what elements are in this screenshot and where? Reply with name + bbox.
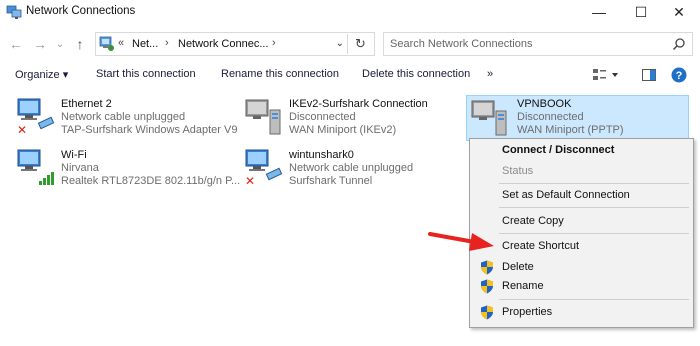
menu-item-properties[interactable]: Properties [502, 306, 552, 318]
svg-text:?: ? [676, 70, 683, 82]
address-bar[interactable]: « Net... › Network Connec... › ⌄ ↻ [95, 32, 375, 56]
forward-arrow-icon[interactable]: → [30, 34, 50, 54]
connection-status: Network cable unplugged [289, 162, 414, 174]
connection-item-vpnbook[interactable]: VPNBOOK Disconnected WAN Miniport (PPTP) [466, 95, 689, 141]
connection-item-wintunshark0[interactable]: ✕ wintunshark0 Network cable unplugged S… [243, 147, 463, 193]
navigation-bar: ← → ⌄ ↑ « Net... › Network Connec... › ⌄… [0, 30, 700, 58]
ethernet-adapter-icon: ✕ [245, 149, 283, 188]
connection-device: WAN Miniport (PPTP) [517, 124, 624, 136]
connection-status: Disconnected [289, 111, 356, 123]
connection-name: VPNBOOK [517, 98, 572, 110]
search-box[interactable] [383, 32, 693, 56]
menu-divider [499, 299, 689, 300]
change-view-button[interactable] [590, 66, 622, 84]
close-button[interactable]: ✕ [658, 0, 700, 24]
preview-pane-button[interactable] [640, 66, 658, 84]
menu-divider [499, 207, 689, 208]
start-connection-button[interactable]: Start this connection [96, 68, 196, 80]
delete-connection-button[interactable]: Delete this connection [362, 68, 470, 80]
wifi-adapter-icon [17, 149, 54, 185]
command-bar: Organize ▾ Start this connection Rename … [0, 62, 700, 88]
vpn-connection-icon [471, 100, 507, 136]
help-button[interactable]: ? [670, 66, 688, 84]
menu-item-delete[interactable]: Delete [502, 261, 534, 273]
minimize-button[interactable]: — [578, 0, 620, 24]
help-icon: ? [671, 67, 687, 83]
connection-name: wintunshark0 [289, 149, 354, 161]
connection-device: Realtek RTL8723DE 802.11b/g/n P... [61, 175, 241, 187]
ethernet-adapter-icon: ✕ [17, 98, 55, 137]
connection-name: Wi-Fi [61, 149, 87, 161]
connection-item-ikev2-surfshark[interactable]: IKEv2-Surfshark Connection Disconnected … [243, 96, 463, 142]
control-panel-icon [99, 36, 114, 51]
rename-connection-button[interactable]: Rename this connection [221, 68, 339, 80]
search-input[interactable] [390, 36, 660, 52]
menu-item-rename[interactable]: Rename [502, 280, 544, 292]
context-menu: Connect / Disconnect Status Set as Defau… [469, 138, 694, 328]
svg-text:✕: ✕ [245, 174, 255, 188]
window-title: Network Connections [26, 5, 136, 17]
more-commands-button[interactable]: » [487, 68, 493, 80]
breadcrumb-separator[interactable]: › [165, 37, 169, 49]
annotation-arrow-icon [428, 232, 494, 251]
menu-item-status: Status [502, 165, 534, 177]
preview-pane-icon [642, 69, 656, 81]
uac-shield-icon [481, 260, 493, 275]
view-options-icon [593, 69, 618, 80]
network-connections-icon [6, 5, 22, 19]
address-dropdown-icon[interactable]: ⌄ [336, 38, 344, 49]
uac-shield-icon [481, 279, 493, 294]
connection-status: Network cable unplugged [61, 111, 186, 123]
back-arrow-icon[interactable]: ← [6, 34, 26, 54]
breadcrumb-separator[interactable]: › [272, 37, 276, 49]
breadcrumb-network-connections[interactable]: Network Connec... [178, 38, 268, 50]
title-bar: Network Connections — ☐ ✕ [0, 0, 700, 24]
maximize-button[interactable]: ☐ [620, 0, 662, 24]
breadcrumb-network[interactable]: Net... [132, 38, 158, 50]
connection-status: Nirvana [61, 162, 99, 174]
connection-name: Ethernet 2 [61, 98, 112, 110]
menu-divider [499, 183, 689, 184]
search-icon [673, 38, 685, 50]
menu-item-set-default[interactable]: Set as Default Connection [502, 189, 630, 201]
connection-device: WAN Miniport (IKEv2) [289, 124, 397, 136]
up-arrow-icon[interactable]: ↑ [70, 34, 90, 54]
vpn-connection-icon [245, 99, 281, 135]
uac-shield-icon [481, 305, 493, 320]
connection-device: TAP-Surfshark Windows Adapter V9 [61, 124, 238, 136]
connection-item-ethernet-2[interactable]: ✕ Ethernet 2 Network cable unplugged TAP… [15, 96, 240, 142]
organize-menu[interactable]: Organize ▾ [15, 68, 68, 81]
connection-name: IKEv2-Surfshark Connection [289, 98, 428, 110]
refresh-button[interactable]: ↻ [347, 34, 373, 54]
svg-text:✕: ✕ [17, 123, 27, 137]
connection-status: Disconnected [517, 111, 584, 123]
menu-item-create-copy[interactable]: Create Copy [502, 215, 564, 227]
connection-device: Surfshark Tunnel [289, 175, 373, 187]
recent-locations-chevron-icon[interactable]: ⌄ [50, 34, 70, 54]
menu-item-connect-disconnect[interactable]: Connect / Disconnect [502, 144, 614, 156]
overflow-breadcrumb[interactable]: « [118, 37, 124, 49]
menu-item-create-shortcut[interactable]: Create Shortcut [502, 240, 579, 252]
connection-item-wifi[interactable]: Wi-Fi Nirvana Realtek RTL8723DE 802.11b/… [15, 147, 240, 193]
menu-divider [499, 233, 689, 234]
